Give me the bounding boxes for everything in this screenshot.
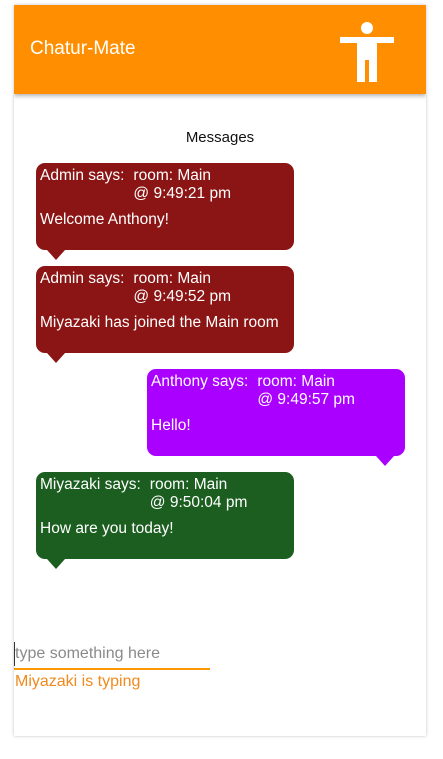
message-text: How are you today! bbox=[40, 520, 174, 537]
message-time: @ 9:50:04 pm bbox=[149, 494, 248, 511]
message-bubble: Admin says: room: Main @ 9:49:21 pm Welc… bbox=[36, 163, 294, 260]
app-bar: Chatur-Mate bbox=[14, 5, 426, 94]
message-sender: Admin says: bbox=[40, 167, 125, 184]
message-bubble: Miyazaki says: room: Main @ 9:50:04 pm H… bbox=[36, 472, 294, 569]
message-text: Welcome Anthony! bbox=[40, 211, 169, 228]
message-sender: Anthony says: bbox=[151, 373, 249, 390]
message-text: Hello! bbox=[151, 417, 191, 434]
message-room: room: Main bbox=[133, 167, 211, 184]
message-room: room: Main bbox=[257, 373, 335, 390]
message-room: room: Main bbox=[133, 270, 211, 287]
bubble-tail bbox=[47, 559, 65, 569]
typing-indicator: Miyazaki is typing bbox=[15, 673, 141, 690]
message-input-container bbox=[14, 642, 211, 670]
message-room: room: Main bbox=[149, 476, 228, 493]
message-time: @ 9:49:57 pm bbox=[257, 391, 355, 408]
bubble-tail bbox=[47, 353, 65, 363]
message-sender: Admin says: bbox=[40, 270, 125, 287]
person-standing-icon[interactable] bbox=[340, 22, 394, 82]
bubble-tail bbox=[47, 250, 65, 260]
message-time: @ 9:49:52 pm bbox=[133, 288, 232, 305]
message-bubble: Anthony says: room: Main @ 9:49:57 pm He… bbox=[147, 369, 405, 466]
message-sender: Miyazaki says: bbox=[40, 476, 141, 493]
messages-heading: Messages bbox=[185, 129, 255, 146]
app-title: Chatur-Mate bbox=[30, 38, 136, 59]
chat-card: Chatur-Mate Messages Admin says: room: M… bbox=[14, 5, 426, 736]
message-bubble: Admin says: room: Main @ 9:49:52 pm Miya… bbox=[36, 266, 294, 363]
bubble-tail bbox=[376, 456, 394, 466]
message-input[interactable] bbox=[14, 642, 211, 666]
message-text: Miyazaki has joined the Main room bbox=[40, 314, 279, 331]
message-time: @ 9:49:21 pm bbox=[133, 185, 232, 202]
